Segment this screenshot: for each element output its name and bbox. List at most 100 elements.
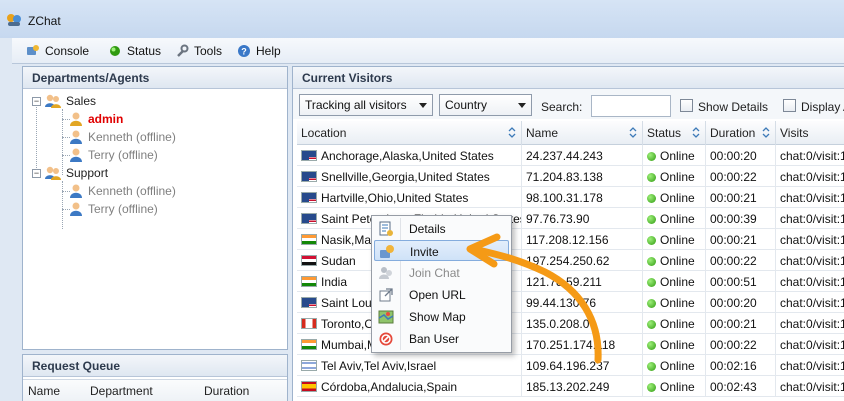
wrench-icon <box>177 44 189 57</box>
show-details-checkbox[interactable] <box>680 99 693 112</box>
cell-visits: chat:0/visit:1 <box>776 166 844 187</box>
flag-sd-icon <box>301 255 317 266</box>
cell-status: Online <box>643 292 706 313</box>
cell-location: Snellville,Georgia,United States <box>297 166 522 187</box>
queue-col-duration[interactable]: Duration <box>204 384 249 398</box>
flag-ca-icon <box>301 318 317 329</box>
svg-text:?: ? <box>241 47 247 57</box>
cell-name: 109.64.196.237 <box>522 355 643 376</box>
cell-duration: 00:00:22 <box>706 334 776 355</box>
menu-item-show-map[interactable]: Show Map <box>374 306 509 327</box>
sort-icon <box>692 127 700 138</box>
group-icon <box>45 166 61 180</box>
online-status-icon <box>647 299 656 308</box>
cell-duration: 00:02:43 <box>706 376 776 397</box>
online-status-icon <box>647 215 656 224</box>
search-label: Search: <box>541 100 583 114</box>
display-label: Display A <box>801 100 844 114</box>
sort-icon <box>629 127 637 138</box>
flag-us-icon <box>301 297 317 308</box>
cell-name: 170.251.174.118 <box>522 334 643 355</box>
cell-visits: chat:0/visit:1 <box>776 187 844 208</box>
menu-item-invite[interactable]: Invite <box>374 240 509 261</box>
tree-agent-kenneth[interactable]: Kenneth (offline) <box>68 182 176 200</box>
menu-console[interactable]: Console <box>26 42 89 60</box>
table-row[interactable]: Hartville,Ohio,United States 98.100.31.17… <box>297 187 844 208</box>
table-row[interactable]: Córdoba,Andalucia,Spain 185.13.202.249 Onl… <box>297 376 844 397</box>
menu-item-ban-user[interactable]: Ban User <box>374 328 509 349</box>
tracking-filter-select[interactable]: Tracking all visitors <box>299 94 433 116</box>
display-checkbox[interactable] <box>783 99 796 112</box>
cell-location: Hartville,Ohio,United States <box>297 187 522 208</box>
cell-duration: 00:00:51 <box>706 271 776 292</box>
online-status-icon <box>647 278 656 287</box>
menu-bar: Console Status Tools ? Help <box>12 38 844 64</box>
cell-location: Tel Aviv,Tel Aviv,Israel <box>297 355 522 376</box>
column-name[interactable]: Name <box>522 121 643 145</box>
cell-name: 24.237.44.243 <box>522 145 643 166</box>
cell-duration: 00:00:22 <box>706 250 776 271</box>
cell-duration: 00:00:20 <box>706 145 776 166</box>
tree-agent-admin[interactable]: admin <box>68 110 123 128</box>
menu-item-open-url[interactable]: Open URL <box>374 284 509 305</box>
queue-col-department[interactable]: Department <box>90 384 153 398</box>
collapse-sales-toggle[interactable]: − <box>32 97 41 106</box>
queue-col-name[interactable]: Name <box>28 384 60 398</box>
search-input[interactable] <box>591 95 671 117</box>
cell-visits: chat:0/visit:1 <box>776 271 844 292</box>
cell-status: Online <box>643 145 706 166</box>
cell-duration: 00:00:20 <box>706 292 776 313</box>
map-icon <box>378 310 394 324</box>
cell-visits: chat:0/visit:1 <box>776 292 844 313</box>
visitor-filters: Tracking all visitors Country Search: Sh… <box>293 89 844 119</box>
menu-help[interactable]: ? Help <box>237 42 281 60</box>
table-row[interactable]: Anchorage,Alaska,United States 24.237.44.… <box>297 145 844 166</box>
flag-in-icon <box>301 276 317 287</box>
agent-offline-icon <box>70 202 82 216</box>
menu-tools[interactable]: Tools <box>175 42 222 60</box>
departments-panel: Departments/Agents − Sales admin Kenneth… <box>22 66 288 350</box>
cell-duration: 00:02:16 <box>706 355 776 376</box>
online-status-icon <box>647 320 656 329</box>
cell-name: 117.208.12.156 <box>522 229 643 250</box>
menu-item-details[interactable]: Details <box>374 218 509 239</box>
collapse-support-toggle[interactable]: − <box>32 169 41 178</box>
tree-group-sales[interactable]: Sales <box>44 92 96 110</box>
agent-offline-icon <box>70 148 82 162</box>
join-chat-icon <box>379 267 392 279</box>
column-duration[interactable]: Duration <box>706 121 776 145</box>
table-row[interactable]: Tel Aviv,Tel Aviv,Israel 109.64.196.237 On… <box>297 355 844 376</box>
ban-icon <box>379 332 393 346</box>
open-url-icon <box>379 288 393 302</box>
sort-icon <box>762 127 770 138</box>
tree-group-support[interactable]: Support <box>44 164 108 182</box>
cell-name: 185.13.202.249 <box>522 376 643 397</box>
agent-offline-icon <box>70 184 82 198</box>
cell-name: 121.78.59.211 <box>522 271 643 292</box>
zchat-logo-icon <box>7 14 21 26</box>
column-visits[interactable]: Visits <box>776 121 844 145</box>
departments-heading: Departments/Agents <box>23 67 287 89</box>
column-location[interactable]: Location <box>297 121 522 145</box>
flag-es-icon <box>301 381 317 392</box>
cell-status: Online <box>643 376 706 397</box>
column-status[interactable]: Status <box>643 121 706 145</box>
show-details-label: Show Details <box>698 100 769 114</box>
flag-us-icon <box>301 150 317 161</box>
table-row[interactable]: Snellville,Georgia,United States 71.204.8… <box>297 166 844 187</box>
menu-status[interactable]: Status <box>108 42 161 60</box>
cell-visits: chat:0/visit:1 <box>776 229 844 250</box>
cell-location: Córdoba,Andalucia,Spain <box>297 376 522 397</box>
cell-duration: 00:00:21 <box>706 313 776 334</box>
tree-agent-terry[interactable]: Terry (offline) <box>68 200 158 218</box>
tree-agent-terry[interactable]: Terry (offline) <box>68 146 158 164</box>
cell-name: 135.0.208.0 <box>522 313 643 334</box>
country-filter-select[interactable]: Country <box>439 94 532 116</box>
online-status-icon <box>647 236 656 245</box>
cell-name: 97.76.73.90 <box>522 208 643 229</box>
cell-name: 98.100.31.178 <box>522 187 643 208</box>
tree-agent-kenneth[interactable]: Kenneth (offline) <box>68 128 176 146</box>
cell-visits: chat:0/visit:1 <box>776 313 844 334</box>
menu-item-join-chat[interactable]: Join Chat <box>374 262 509 283</box>
flag-il-icon <box>301 360 317 371</box>
